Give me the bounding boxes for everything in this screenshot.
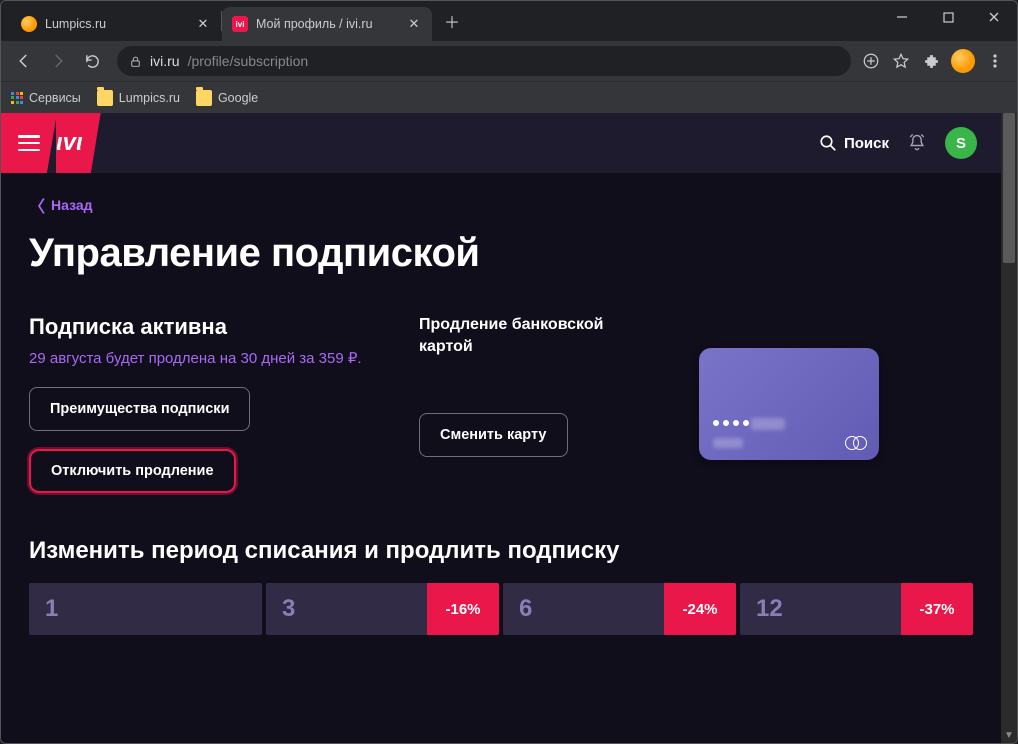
bell-icon (907, 133, 927, 153)
period-months: 12 (740, 595, 783, 623)
card-blur (751, 418, 785, 430)
url-path: /profile/subscription (188, 53, 309, 69)
toolbar-right (861, 49, 1009, 73)
back-label: Назад (51, 197, 93, 213)
period-discount: -37% (901, 583, 973, 635)
button-label: Отключить продление (51, 463, 214, 479)
payment-card (699, 348, 879, 460)
period-months: 6 (503, 595, 532, 623)
period-options: 1 3 -16% 6 -24% 12 -37% (29, 583, 973, 635)
browser-window: Lumpics.ru ✕ ivi Мой профиль / ivi.ru ✕ … (0, 0, 1018, 744)
bookmark-label: Google (218, 91, 258, 105)
subscription-status-title: Подписка активна (29, 314, 369, 340)
hamburger-icon (18, 135, 40, 151)
reload-button[interactable] (77, 46, 107, 76)
lock-icon (129, 55, 142, 68)
maximize-button[interactable] (925, 1, 971, 33)
period-months: 3 (266, 595, 295, 623)
logo-wrap[interactable]: ιvι (56, 113, 101, 173)
url-host: ivi.ru (150, 53, 180, 69)
tab-strip: Lumpics.ru ✕ ivi Мой профиль / ivi.ru ✕ … (1, 1, 1017, 41)
bookmark-label: Сервисы (29, 91, 81, 105)
scrollbar[interactable]: ▲ ▼ (1001, 113, 1017, 743)
bookmark-lumpics[interactable]: Lumpics.ru (97, 90, 180, 106)
apps-icon (11, 92, 23, 104)
change-card-button[interactable]: Сменить карту (419, 413, 568, 457)
bookmark-google[interactable]: Google (196, 90, 258, 106)
toolbar: ivi.ru/profile/subscription (1, 41, 1017, 81)
period-discount: -16% (427, 583, 499, 635)
extensions-icon[interactable] (921, 51, 941, 71)
bookmarks-bar: Сервисы Lumpics.ru Google (1, 81, 1017, 113)
search-icon (819, 134, 837, 152)
tab-ivi[interactable]: ivi Мой профиль / ivi.ru ✕ (222, 7, 432, 41)
periods-title: Изменить период списания и продлить подп… (29, 537, 973, 565)
profile-button[interactable]: S (945, 127, 977, 159)
tab-title: Мой профиль / ivi.ru (256, 17, 400, 31)
period-discount: -24% (664, 583, 736, 635)
period-months: 1 (29, 595, 58, 623)
minimize-button[interactable] (879, 1, 925, 33)
zoom-icon[interactable] (861, 51, 881, 71)
period-option-3[interactable]: 3 -16% (266, 583, 499, 635)
renew-card-label: Продление банковской картой (419, 314, 649, 357)
profile-initial: S (956, 135, 966, 152)
menu-icon[interactable] (985, 51, 1005, 71)
mastercard-icon (845, 436, 867, 450)
button-label: Сменить карту (440, 427, 547, 443)
bookmark-label: Lumpics.ru (119, 91, 180, 105)
tab-title: Lumpics.ru (45, 17, 189, 31)
period-option-1[interactable]: 1 (29, 583, 262, 635)
bookmark-services[interactable]: Сервисы (11, 91, 81, 105)
scroll-down-icon[interactable]: ▼ (1001, 727, 1017, 743)
back-button[interactable] (9, 46, 39, 76)
scrollbar-thumb[interactable] (1003, 113, 1015, 263)
close-icon[interactable]: ✕ (195, 16, 211, 32)
disable-renewal-button[interactable]: Отключить продление (29, 449, 236, 493)
favicon-ivi: ivi (232, 16, 248, 32)
window-controls (879, 1, 1017, 33)
period-option-6[interactable]: 6 -24% (503, 583, 736, 635)
page-scroll: ιvι Поиск S 〈 (1, 113, 1001, 743)
card-blur (713, 438, 743, 448)
card-mask-dots (713, 420, 749, 426)
menu-button[interactable] (1, 113, 57, 173)
favicon-lumpics (21, 16, 37, 32)
notifications-button[interactable] (907, 133, 927, 153)
period-option-12[interactable]: 12 -37% (740, 583, 973, 635)
site-header: ιvι Поиск S (1, 113, 1001, 173)
star-icon[interactable] (891, 51, 911, 71)
search-button[interactable]: Поиск (819, 134, 889, 152)
folder-icon (97, 90, 113, 106)
ivi-logo: ιvι (56, 129, 83, 157)
viewport: ιvι Поиск S 〈 (1, 113, 1017, 743)
new-tab-button[interactable]: ＋ (438, 7, 466, 35)
subscription-renew-text: 29 августа будет продлена на 30 дней за … (29, 348, 369, 369)
folder-icon (196, 90, 212, 106)
back-link[interactable]: 〈 Назад (29, 193, 973, 217)
close-button[interactable] (971, 1, 1017, 33)
page-content: 〈 Назад Управление подпиской Подписка ак… (1, 173, 1001, 743)
page-title: Управление подпиской (29, 231, 973, 276)
tab-lumpics[interactable]: Lumpics.ru ✕ (11, 7, 221, 41)
chevron-left-icon: 〈 (29, 193, 45, 217)
button-label: Преимущества подписки (50, 401, 229, 417)
forward-button[interactable] (43, 46, 73, 76)
close-icon[interactable]: ✕ (406, 16, 422, 32)
benefits-button[interactable]: Преимущества подписки (29, 387, 250, 431)
search-label: Поиск (844, 135, 889, 152)
address-bar[interactable]: ivi.ru/profile/subscription (117, 46, 851, 76)
profile-avatar[interactable] (951, 49, 975, 73)
